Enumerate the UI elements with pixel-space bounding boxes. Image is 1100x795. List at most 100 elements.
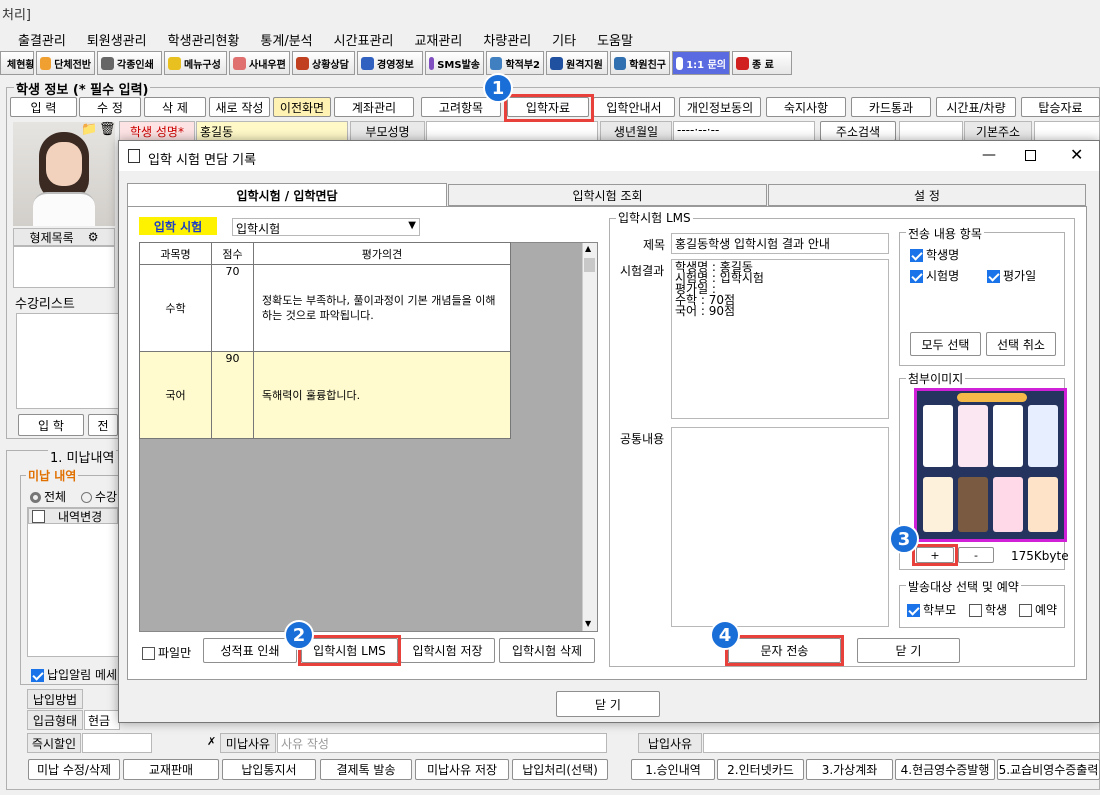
tab-settings[interactable]: 설 정 xyxy=(768,184,1086,206)
subject-input[interactable]: 홍길동학생 입학시험 결과 안내 xyxy=(671,233,889,254)
toolbar-button[interactable]: 사내우편 xyxy=(229,51,290,75)
student-button[interactable]: 새로 작성 xyxy=(209,97,270,117)
toolbar-button[interactable]: 상황상담 xyxy=(292,51,355,75)
menu-item[interactable]: 출결관리 xyxy=(18,34,66,49)
tab-lookup[interactable]: 입학시험 조회 xyxy=(448,184,767,206)
unpaid-action-button[interactable]: 납입통지서 xyxy=(222,759,316,780)
close-icon[interactable]: ✕ xyxy=(1070,145,1083,164)
target-parent[interactable]: 학부모 xyxy=(907,601,956,618)
student-button[interactable]: 개인정보동의 xyxy=(679,97,761,117)
table-row[interactable]: 국어 90 독해력이 훌륭합니다. xyxy=(139,351,511,439)
enroll-button-2[interactable]: 전 xyxy=(88,414,118,436)
exam-save-button[interactable]: 입학시험 저장 xyxy=(400,638,495,663)
toolbar-button[interactable]: 학원친구 xyxy=(610,51,670,75)
student-button[interactable]: 이전화면 xyxy=(273,97,331,117)
pay-type-input[interactable]: 현금 xyxy=(84,710,120,730)
address-search-button[interactable]: 주소검색 xyxy=(820,121,896,141)
menu-item[interactable]: 교재관리 xyxy=(414,34,462,49)
maximize-icon[interactable] xyxy=(1025,150,1036,161)
gear-icon[interactable]: ⚙ xyxy=(88,230,99,244)
exam-delete-button[interactable]: 입학시험 삭제 xyxy=(499,638,595,663)
exam-lms-button[interactable]: 입학시험 LMS xyxy=(301,638,398,663)
toolbar-button[interactable]: 메뉴구성 xyxy=(164,51,227,75)
table-row[interactable]: 수학 70 정확도는 부족하나, 풀이과정이 기본 개념들을 이해하는 것으로 파악… xyxy=(139,264,511,352)
unpaid-action-button[interactable]: 납입처리(선택) xyxy=(512,759,608,780)
student-button[interactable]: 입 력 xyxy=(10,97,77,117)
menu-item[interactable]: 도움말 xyxy=(597,34,633,49)
parent-name-input[interactable] xyxy=(426,121,598,141)
check-student-name[interactable]: 학생명 xyxy=(910,246,959,263)
scroll-thumb[interactable] xyxy=(584,258,595,272)
student-button[interactable]: 입학안내서 xyxy=(593,97,675,117)
check-eval-date[interactable]: 평가일 xyxy=(987,267,1036,284)
student-button[interactable]: 입학자료 xyxy=(507,97,589,117)
payment-action-button[interactable]: 5.교습비영수증출력 xyxy=(997,759,1100,780)
file-only-checkbox[interactable]: 파일만 xyxy=(142,644,191,661)
dialog-close-button[interactable]: 닫 기 xyxy=(556,691,660,717)
payment-action-button[interactable]: 1.승인내역 xyxy=(631,759,715,780)
menu-item[interactable]: 시간표관리 xyxy=(334,34,394,49)
toolbar-button[interactable]: 체현황 xyxy=(0,51,34,75)
radio-course[interactable]: 수강 xyxy=(81,488,117,505)
student-name-input[interactable]: 홍길동 xyxy=(196,121,348,141)
toolbar-button[interactable]: 1:1 문의 xyxy=(672,51,730,75)
unpaid-action-button[interactable]: 미납 수정/삭제 xyxy=(28,759,120,780)
unpaid-action-button[interactable]: 교재판매 xyxy=(123,759,219,780)
radio-all[interactable]: 전체 xyxy=(30,488,66,505)
toolbar-button[interactable]: 각종인쇄 xyxy=(97,51,162,75)
unpaid-list[interactable] xyxy=(27,507,119,657)
scroll-down-icon[interactable]: ▼ xyxy=(585,619,591,628)
common-textarea[interactable] xyxy=(671,427,889,627)
toolbar-button[interactable]: 단체전반 xyxy=(36,51,95,75)
deselect-button[interactable]: 선택 취소 xyxy=(986,332,1056,356)
unpaid-action-button[interactable]: 결제톡 발송 xyxy=(320,759,412,780)
trash-icon[interactable]: 🗑 xyxy=(99,122,116,137)
attach-image[interactable] xyxy=(914,388,1067,542)
course-list[interactable] xyxy=(16,313,120,409)
payment-action-button[interactable]: 2.인터넷카드 xyxy=(717,759,804,780)
menu-item[interactable]: 퇴원생관리 xyxy=(87,34,147,49)
base-address-input[interactable] xyxy=(1034,121,1100,141)
toolbar-button[interactable]: SMS발송 xyxy=(425,51,484,75)
toolbar-button[interactable]: 학적부2 xyxy=(486,51,544,75)
target-reserve[interactable]: 예약 xyxy=(1019,601,1057,618)
alarm-checkbox[interactable]: 납입알림 메세 xyxy=(31,666,117,683)
close-lms-button[interactable]: 닫 기 xyxy=(857,638,960,663)
unpaid-header-checkbox[interactable] xyxy=(32,509,45,523)
student-button[interactable]: 숙지사항 xyxy=(766,97,846,117)
grid-scrollbar[interactable] xyxy=(582,243,597,631)
exam-select[interactable]: 입학시험 ▼ xyxy=(232,218,420,236)
select-all-button[interactable]: 모두 선택 xyxy=(910,332,981,356)
menu-item[interactable]: 통계/분석 xyxy=(260,34,312,49)
scroll-up-icon[interactable]: ▲ xyxy=(585,244,591,253)
sibling-list[interactable] xyxy=(13,246,115,288)
result-textarea[interactable]: 학생명 : 홍길동 시험명 : 입학시험 평가일 : 수학 : 70점 국어 : 90점 xyxy=(671,259,889,419)
payment-action-button[interactable]: 4.현금영수증발행 xyxy=(895,759,995,780)
folder-icon[interactable]: 📁 xyxy=(81,122,97,137)
toolbar-button[interactable]: 원격지원 xyxy=(546,51,608,75)
birth-input[interactable]: ----·--·-- xyxy=(673,121,815,141)
minimize-icon[interactable]: — xyxy=(982,147,996,163)
student-button[interactable]: 탑승자료 xyxy=(1021,97,1100,117)
print-report-button[interactable]: 성적표 인쇄 xyxy=(203,638,297,663)
toolbar-button[interactable]: 종 료 xyxy=(732,51,792,75)
menu-item[interactable]: 차량관리 xyxy=(483,34,531,49)
target-student[interactable]: 학생 xyxy=(969,601,1007,618)
pay-reason-input[interactable] xyxy=(703,733,1100,753)
toolbar-button[interactable]: 경영정보 xyxy=(357,51,423,75)
address-input[interactable] xyxy=(899,121,963,141)
unpaid-action-button[interactable]: 미납사유 저장 xyxy=(415,759,509,780)
menu-item[interactable]: 학생관리현황 xyxy=(168,34,240,49)
student-button[interactable]: 계좌관리 xyxy=(334,97,414,117)
enroll-button[interactable]: 입 학 xyxy=(18,414,84,436)
menu-item[interactable]: 기타 xyxy=(552,34,576,49)
instant-discount-input[interactable] xyxy=(82,733,152,753)
student-button[interactable]: 삭 제 xyxy=(144,97,206,117)
student-button[interactable]: 시간표/차량 xyxy=(936,97,1016,117)
send-message-button[interactable]: 문자 전송 xyxy=(728,638,841,663)
payment-action-button[interactable]: 3.가상계좌 xyxy=(806,759,893,780)
check-exam-name[interactable]: 시험명 xyxy=(910,267,959,284)
remove-image-button[interactable]: - xyxy=(958,547,994,563)
add-image-button[interactable]: + xyxy=(916,547,954,563)
student-button[interactable]: 카드통과 xyxy=(851,97,931,117)
